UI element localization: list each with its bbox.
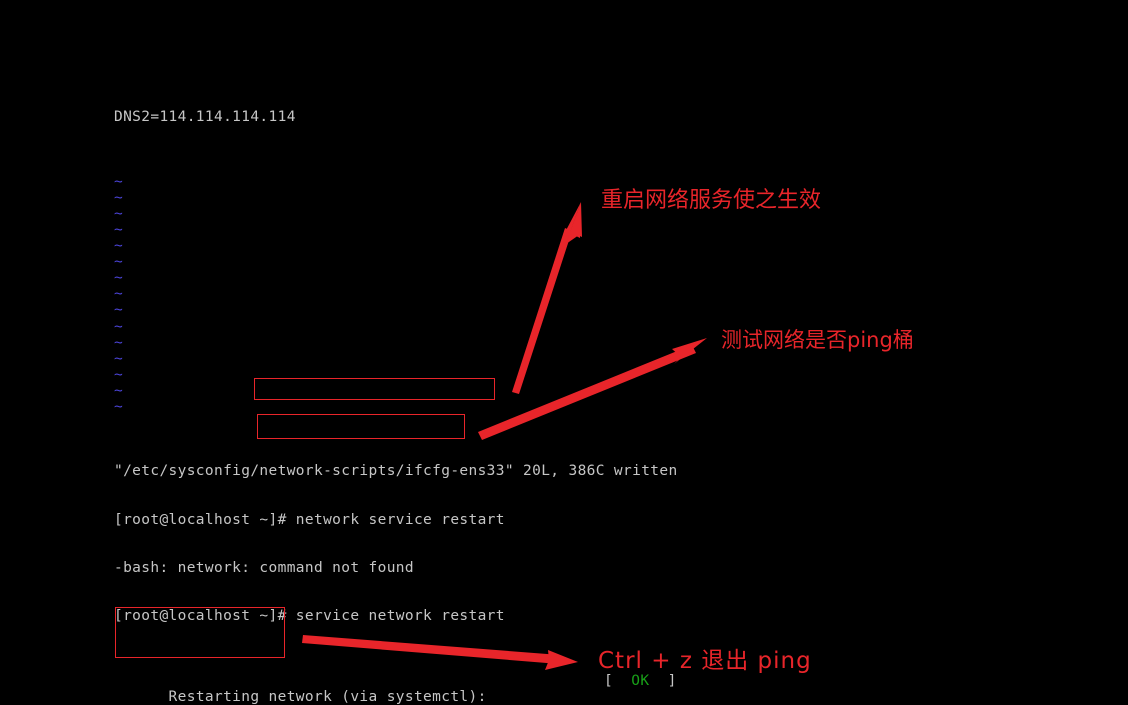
terminal-line-bash-not-found: -bash: network: command not found bbox=[114, 559, 414, 576]
vim-tilde-marker: ~ bbox=[114, 286, 124, 303]
highlight-box-ping-command bbox=[257, 414, 465, 439]
annotation-restart-network-service: 重启网络服务使之生效 bbox=[601, 188, 822, 213]
vim-tilde-marker: ~ bbox=[114, 270, 124, 287]
vim-tilde-marker: ~ bbox=[114, 302, 124, 319]
vim-tilde-marker: ~ bbox=[114, 238, 124, 255]
annotation-ctrl-z-exit-ping: Ctrl + z 退出 ping bbox=[598, 648, 812, 674]
highlight-box-service-network-restart bbox=[254, 378, 495, 400]
highlight-box-ctrl-z-exit bbox=[115, 607, 285, 658]
vim-tilde-marker: ~ bbox=[114, 221, 124, 238]
annotation-test-ping: 测试网络是否ping桶 bbox=[721, 328, 914, 352]
terminal-line-file-written: "/etc/sysconfig/network-scripts/ifcfg-en… bbox=[114, 463, 678, 480]
vim-tilde-marker: ~ bbox=[114, 318, 124, 335]
restarting-text: Restarting network (via systemctl): bbox=[168, 688, 487, 705]
vim-tilde-marker: ~ bbox=[114, 254, 124, 271]
terminal-screen: DNS2=114.114.114.114 ~ ~ ~ ~ ~ ~ ~ ~ ~ ~ ~ ~ ~ ~ ~ "/e… bbox=[0, 0, 1128, 705]
terminal-line-cmd-network-service-restart: [root@localhost ~]# network service rest… bbox=[114, 511, 505, 528]
terminal-line-dns2: DNS2=114.114.114.114 bbox=[114, 109, 296, 126]
vim-tilde-marker: ~ bbox=[114, 398, 124, 415]
vim-tilde-marker: ~ bbox=[114, 350, 124, 367]
vim-tilde-marker: ~ bbox=[114, 334, 124, 351]
